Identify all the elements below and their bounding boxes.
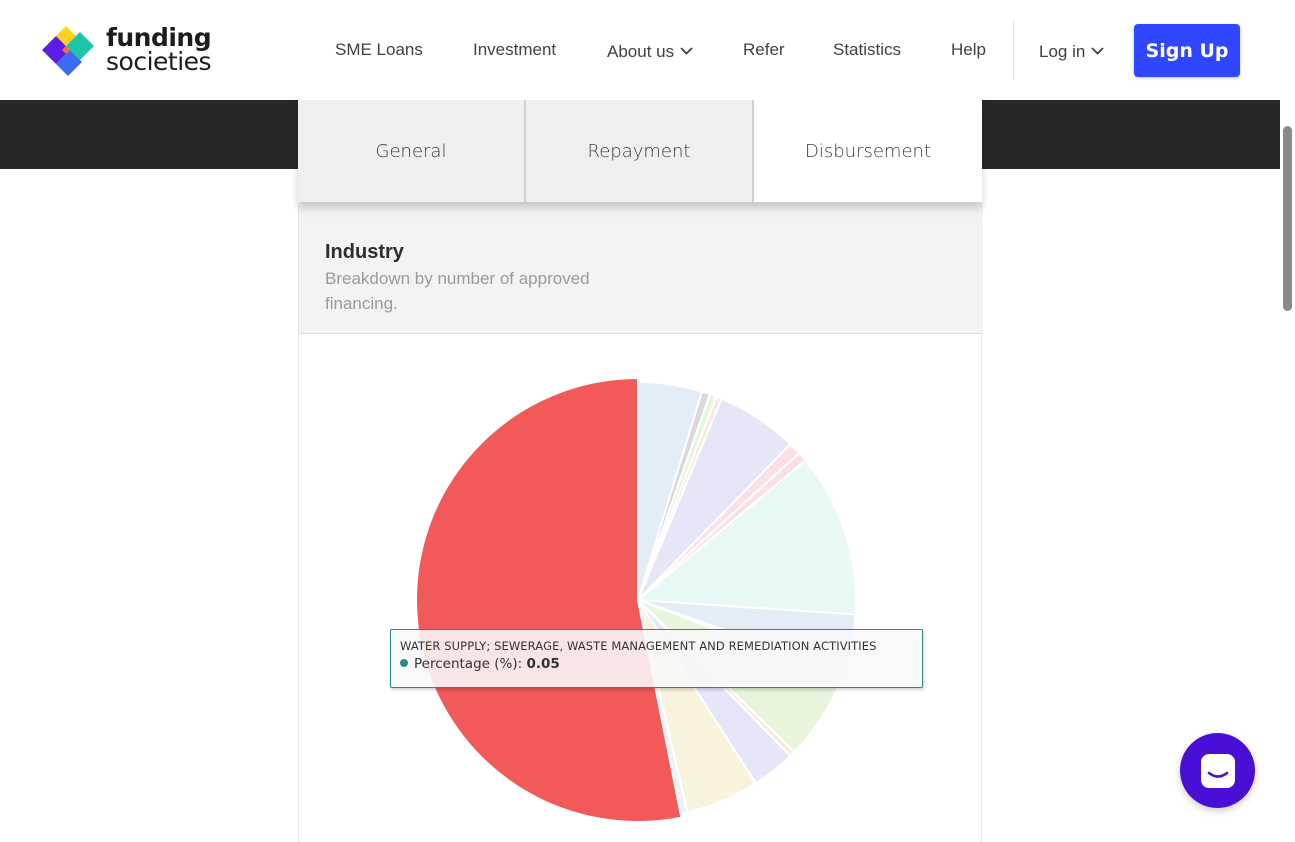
tab-disbursement[interactable]: Disbursement (754, 100, 982, 202)
funding-societies-logo[interactable]: funding societies (38, 20, 228, 80)
tab-repayment[interactable]: Repayment (526, 100, 754, 202)
nav-investment[interactable]: Investment (473, 40, 556, 60)
nav-help[interactable]: Help (951, 40, 986, 60)
tooltip-series: Percentage (%) (414, 656, 518, 672)
nav-about-us[interactable]: About us (607, 40, 693, 62)
scrollbar-track[interactable] (1280, 0, 1295, 832)
chat-icon (1200, 753, 1235, 788)
nav-refer[interactable]: Refer (743, 40, 785, 60)
tooltip-value: 0.05 (526, 656, 560, 672)
nav-about-us-label: About us (607, 42, 675, 61)
chat-launcher-button[interactable] (1180, 733, 1255, 808)
nav-sme-loans-label: SME Loans (335, 40, 423, 59)
chart-tooltip: WATER SUPPLY; SEWERAGE, WASTE MANAGEMENT… (390, 629, 923, 688)
nav-statistics[interactable]: Statistics (833, 40, 901, 60)
scrollbar-thumb[interactable] (1283, 126, 1292, 311)
logo-line2: societies (106, 47, 212, 76)
nav-login[interactable]: Log in (1039, 40, 1104, 62)
signup-button[interactable]: Sign Up (1134, 24, 1240, 77)
chevron-down-icon (1091, 40, 1104, 60)
nav-login-label: Log in (1039, 42, 1086, 61)
tooltip-value-row: Percentage (%): 0.05 (400, 656, 922, 672)
stats-tabs: General Repayment Disbursement (298, 100, 982, 202)
logo-wordmark: funding societies (106, 25, 212, 76)
nav-statistics-label: Statistics (833, 40, 902, 59)
site-header: funding societies SME Loans Investment A… (0, 0, 1280, 100)
tab-general[interactable]: General (298, 100, 526, 202)
nav-refer-label: Refer (743, 40, 785, 59)
logo-mark-icon (42, 26, 94, 76)
nav-help-label: Help (951, 40, 986, 59)
nav-divider (1013, 20, 1014, 80)
chevron-down-icon (680, 40, 693, 60)
nav-sme-loans[interactable]: SME Loans (335, 40, 423, 60)
series-dot-icon (400, 659, 408, 667)
tooltip-label: WATER SUPPLY; SEWERAGE, WASTE MANAGEMENT… (400, 639, 877, 653)
nav-investment-label: Investment (473, 40, 557, 59)
